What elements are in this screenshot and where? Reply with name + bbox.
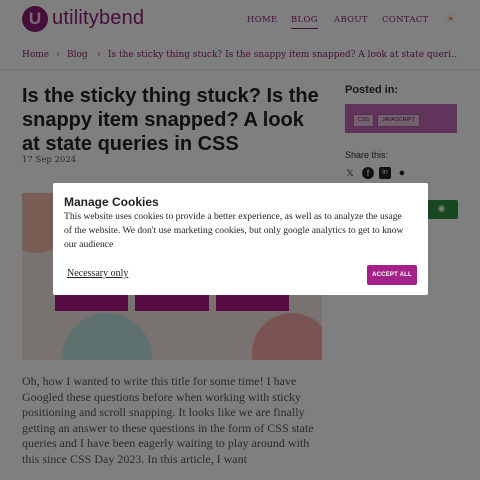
accept-all-button[interactable]: ACCEPT ALL — [367, 265, 417, 285]
cookie-dialog-title: Manage Cookies — [64, 195, 159, 209]
cookie-dialog-text: This website uses cookies to provide a b… — [64, 211, 404, 250]
cookie-dialog: Manage Cookies This website uses cookies… — [53, 183, 428, 295]
necessary-only-button[interactable]: Necessary only — [67, 268, 128, 279]
